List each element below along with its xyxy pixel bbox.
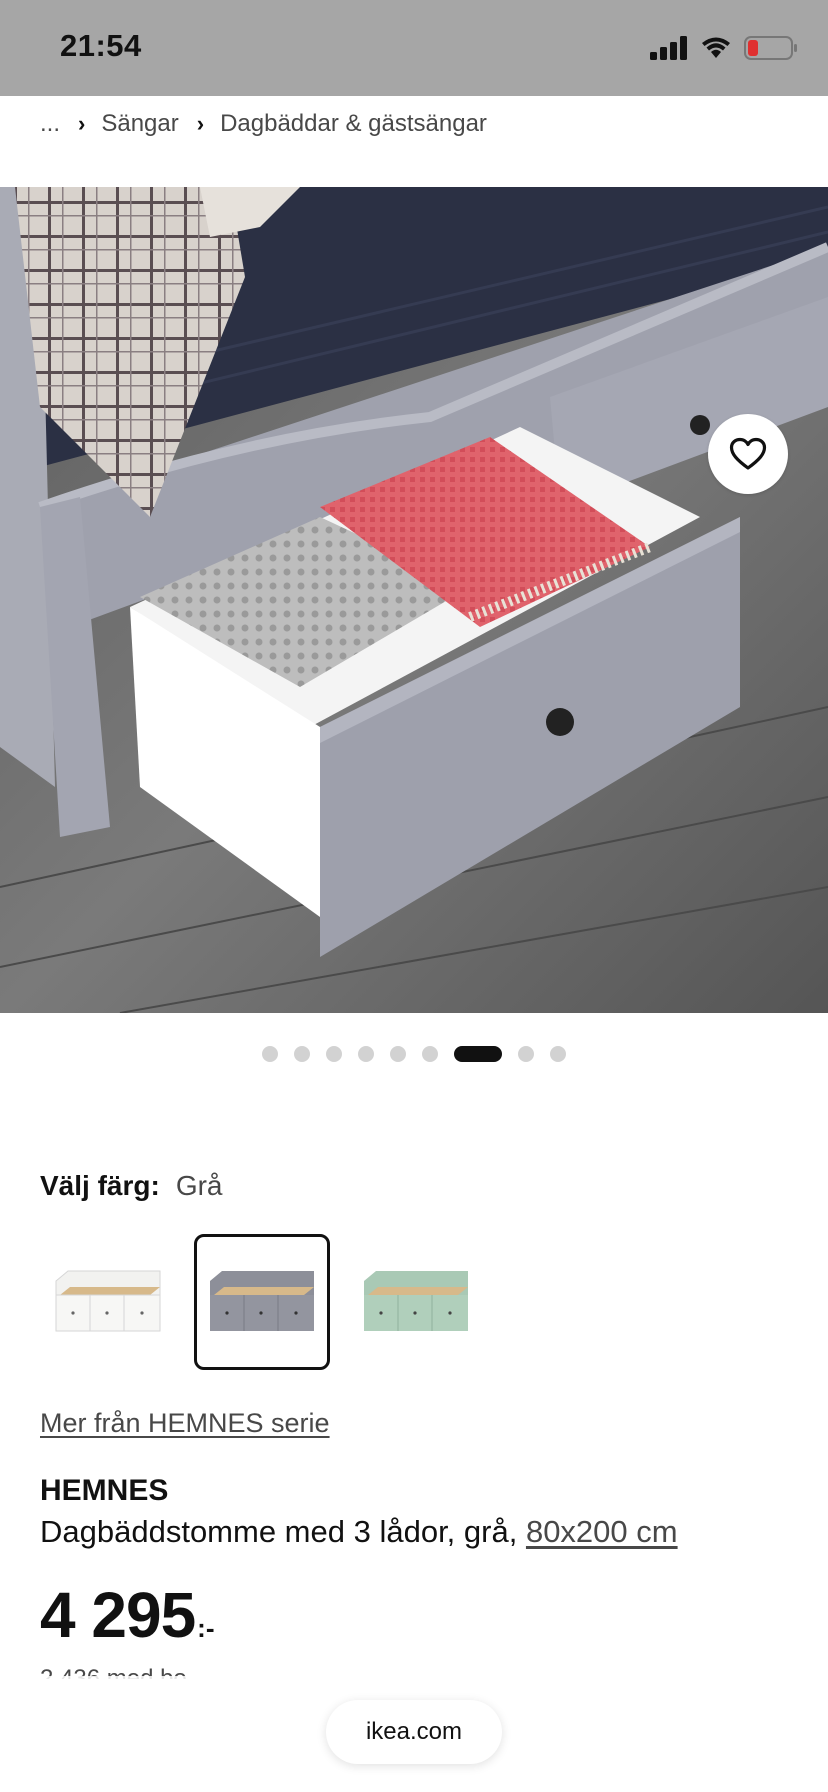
color-swatches [40,1234,484,1370]
status-time: 21:54 [60,28,142,63]
status-bar: 21:54 [0,0,828,96]
breadcrumb: ... › Sängar › Dagbäddar & gästsängar [40,104,487,144]
carousel-dot[interactable] [326,1046,342,1062]
color-swatch-grey[interactable] [194,1234,330,1370]
product-name: HEMNES [40,1474,169,1507]
color-swatch-white[interactable] [40,1234,176,1370]
breadcrumb-item-sangar[interactable]: Sängar [101,110,178,138]
breadcrumb-ellipsis[interactable]: ... [40,110,60,138]
color-swatch-green[interactable] [348,1234,484,1370]
status-icons [650,34,798,62]
product-description-text: Dagbäddstomme med 3 lådor, grå, [40,1514,518,1549]
signal-icon [650,36,687,60]
favorite-button[interactable] [708,414,788,494]
carousel-dot[interactable] [262,1046,278,1062]
product-description: Dagbäddstomme med 3 lådor, grå, 80x200 c… [40,1514,678,1550]
carousel-dot[interactable] [422,1046,438,1062]
carousel-dot[interactable] [358,1046,374,1062]
carousel-dot[interactable] [294,1046,310,1062]
carousel-indicator [0,1046,828,1062]
product-price: 4 295 :- [40,1578,214,1652]
wifi-icon [702,37,730,58]
color-picker-header: Välj färg: Grå [40,1170,223,1202]
heart-icon [729,437,767,470]
daybed-thumbnail-white [55,1270,161,1332]
daybed-thumbnail-green [364,1271,468,1331]
series-link[interactable]: Mer från HEMNES serie [40,1408,330,1439]
price-suffix: :- [197,1613,215,1643]
product-size-link[interactable]: 80x200 cm [526,1514,678,1549]
daybed-thumbnail-grey [210,1271,314,1331]
color-label: Välj färg: [40,1170,160,1201]
chevron-right-icon: › [78,111,86,136]
carousel-dot[interactable] [550,1046,566,1062]
carousel-dot[interactable] [390,1046,406,1062]
carousel-dot[interactable] [518,1046,534,1062]
price-value: 4 295 [40,1579,196,1651]
carousel-dot-active[interactable] [454,1046,502,1062]
color-selected-value: Grå [175,1170,223,1201]
address-bar[interactable]: ikea.com [326,1700,502,1764]
chevron-right-icon: › [196,111,205,136]
breadcrumb-item-dagbaddar[interactable]: Dagbäddar & gästsängar [220,110,487,138]
battery-icon [744,36,797,60]
product-photo [0,187,828,1013]
product-image[interactable] [0,187,828,1013]
